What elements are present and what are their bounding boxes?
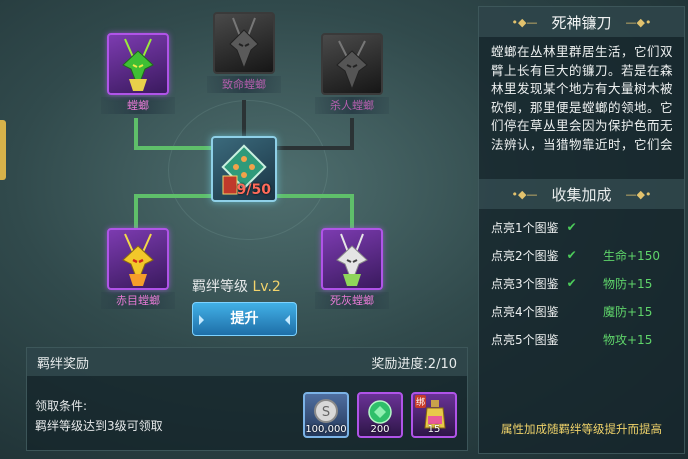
node-deadly-mantis[interactable]: 致命螳螂 — [207, 12, 281, 93]
locked-mantis-icon — [229, 17, 259, 70]
collection-bonus-list: 点亮1个图鉴 ✔ 点亮2个图鉴 ✔ 生命+150 点亮3个图鉴 ✔ 物防+15 … — [491, 213, 672, 353]
bound-tag: 绑 — [415, 395, 427, 408]
ornament-right-icon: —◆• — [625, 187, 652, 201]
bonus-row: 点亮2个图鉴 ✔ 生命+150 — [491, 241, 672, 269]
collection-progress: 9/50 — [236, 182, 271, 198]
bonus-row-label: 点亮5个图鉴 — [491, 332, 559, 347]
bond-collection-card[interactable]: 9/50 — [211, 136, 277, 202]
ash-mantis-label: 死灰螳螂 — [315, 292, 389, 309]
redeye-mantis-portrait[interactable] — [107, 228, 169, 290]
killer-mantis-portrait[interactable] — [321, 33, 383, 95]
ash-mantis-icon — [336, 233, 368, 286]
info-description[interactable]: 螳螂在丛林里群居生活，它们双臂上长有巨大的镰刀。若是在森林里发现某个地方有大量树… — [479, 37, 684, 167]
bonus-row: 点亮4个图鉴 魔防+15 — [491, 297, 672, 325]
gem-qty: 200 — [370, 424, 390, 435]
reward-progress: 奖励进度:2/10 — [371, 356, 457, 372]
info-title: 死神镰刀 — [551, 13, 612, 32]
condition-text: 羁绊等级达到3级可领取 — [35, 419, 163, 433]
ash-mantis-portrait[interactable] — [321, 228, 383, 290]
reward-condition: 领取条件: 羁绊等级达到3级可领取 — [35, 396, 163, 436]
mantis-portrait[interactable] — [107, 33, 169, 95]
bonus-row: 点亮1个图鉴 ✔ — [491, 213, 672, 241]
check-icon: ✔ — [566, 276, 577, 290]
collection-header: •◆— 收集加成 —◆• — [479, 179, 684, 209]
deadly-mantis-label: 致命螳螂 — [207, 76, 281, 93]
locked-mantis-icon — [336, 40, 368, 91]
info-panel: •◆— 死神镰刀 —◆• 螳螂在丛林里群居生活，它们双臂上长有巨大的镰刀。若是在… — [478, 6, 685, 454]
redeye-mantis-label: 赤目螳螂 — [101, 292, 175, 309]
bonus-row-label: 点亮4个图鉴 — [491, 304, 559, 319]
ornament-left-icon: •◆— — [511, 187, 538, 201]
bonus-footer-note: 属性加成随羁绊等级提升而提高 — [501, 422, 662, 436]
bonus-row: 点亮3个图鉴 ✔ 物防+15 — [491, 269, 672, 297]
bonus-row: 点亮5个图鉴 物攻+15 — [491, 325, 672, 353]
reward-header: 羁绊奖励 奖励进度:2/10 — [27, 348, 467, 376]
bonus-value: 生命+150 — [603, 248, 660, 263]
reward-item-potion[interactable]: 绑 15 — [411, 392, 457, 438]
link-killer — [277, 118, 354, 150]
ornament-left-icon: •◆— — [511, 15, 538, 29]
bond-level-value: Lv.2 — [252, 279, 281, 295]
redeye-mantis-icon — [122, 233, 154, 286]
bonus-value: 魔防+15 — [603, 304, 653, 319]
svg-text:S: S — [322, 405, 330, 420]
ornament-right-icon: —◆• — [625, 15, 652, 29]
check-icon: ✔ — [566, 248, 577, 262]
bonus-row-label: 点亮2个图鉴 — [491, 248, 559, 263]
potion-qty: 15 — [427, 424, 441, 435]
upgrade-button[interactable]: 提升 — [192, 302, 297, 336]
bonus-value: 物攻+15 — [603, 332, 653, 347]
node-killer-mantis[interactable]: 杀人螳螂 — [315, 33, 389, 114]
silver-qty: 100,000 — [305, 424, 347, 435]
reward-title: 羁绊奖励 — [37, 356, 90, 372]
collection-title: 收集加成 — [551, 185, 612, 204]
reward-item-gem[interactable]: 200 — [357, 392, 403, 438]
node-ash-mantis[interactable]: 死灰螳螂 — [315, 228, 389, 309]
reward-item-silver[interactable]: S 100,000 — [303, 392, 349, 438]
condition-title: 领取条件: — [35, 399, 88, 413]
deadly-mantis-portrait[interactable] — [213, 12, 275, 74]
bond-level: 羁绊等级 Lv.2 — [192, 276, 281, 296]
mantis-icon — [122, 38, 154, 91]
info-header: •◆— 死神镰刀 —◆• — [479, 7, 684, 37]
bonus-row-label: 点亮3个图鉴 — [491, 276, 559, 291]
check-icon: ✔ — [566, 220, 577, 234]
node-mantis[interactable]: 螳螂 — [101, 33, 175, 114]
node-redeye-mantis[interactable]: 赤目螳螂 — [101, 228, 175, 309]
mantis-label: 螳螂 — [101, 97, 175, 114]
bonus-row-label: 点亮1个图鉴 — [491, 220, 559, 235]
killer-mantis-label: 杀人螳螂 — [315, 97, 389, 114]
bond-level-label: 羁绊等级 — [192, 279, 248, 295]
link-mantis — [134, 118, 211, 150]
bonus-value: 物防+15 — [603, 276, 653, 291]
